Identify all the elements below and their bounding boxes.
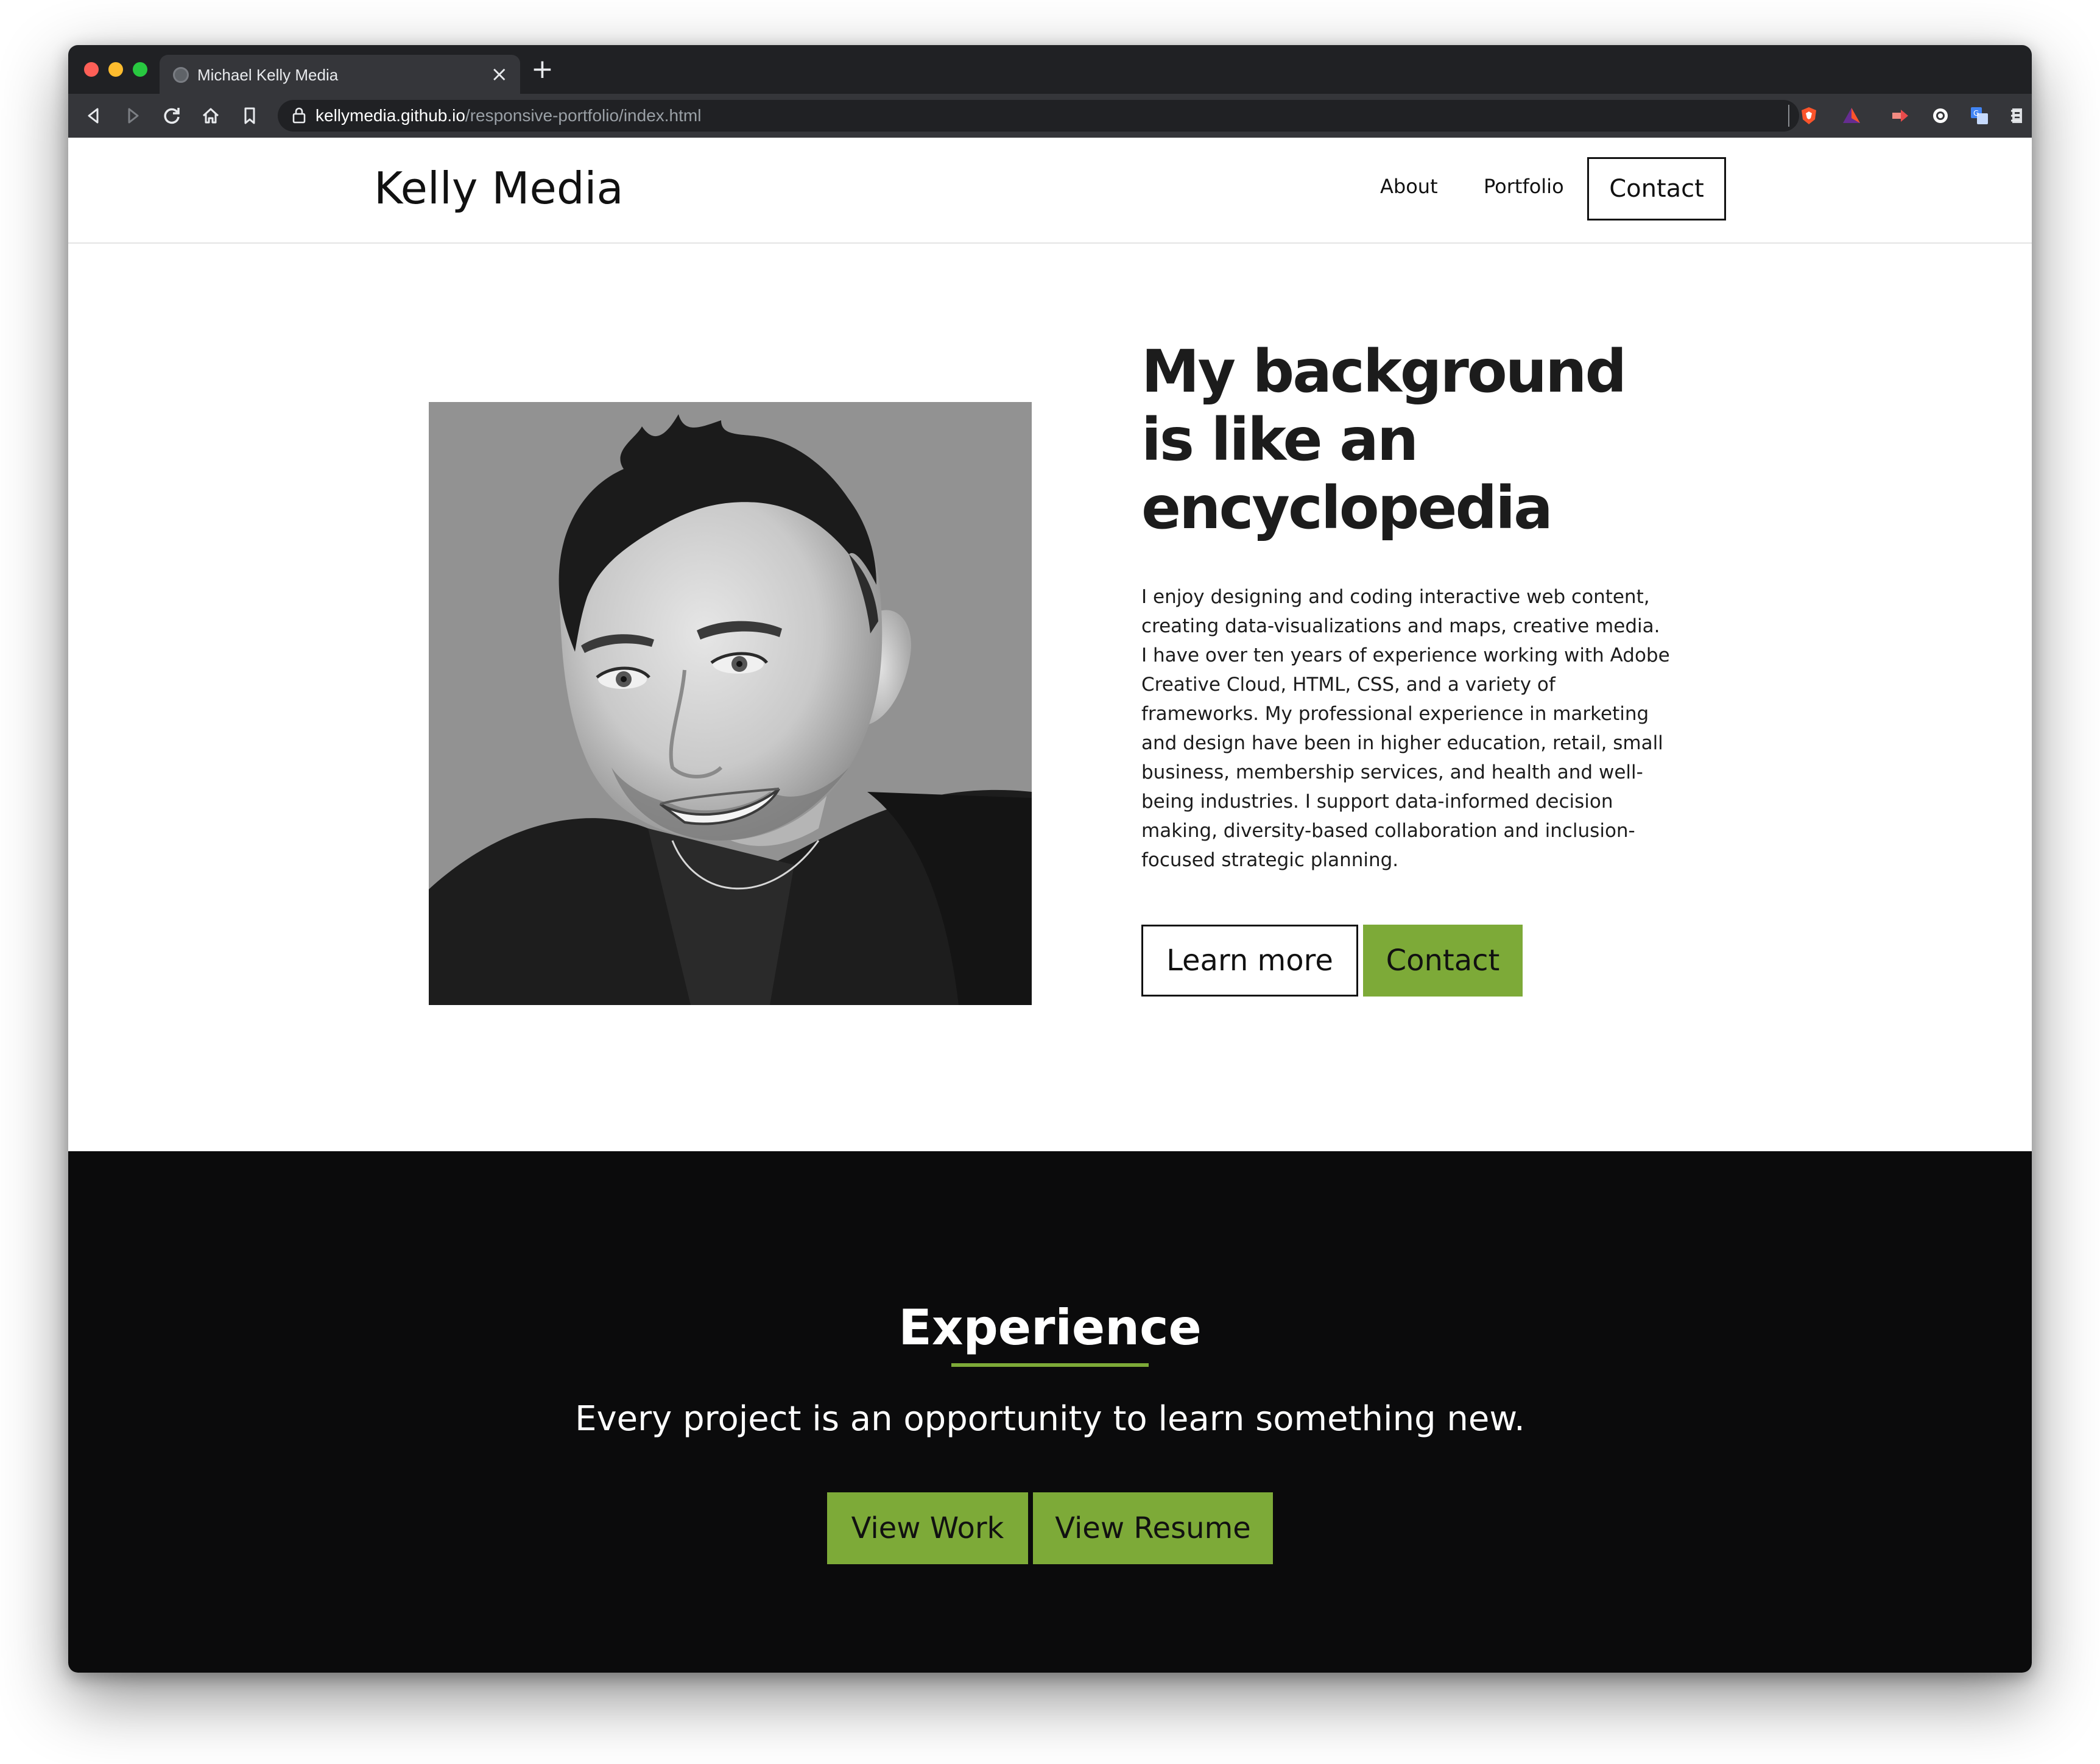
hero-heading: My background is like an encyclopedia [1141,337,1690,542]
menu-icon[interactable] [2003,102,2029,129]
brave-rewards-icon[interactable] [1842,106,1861,125]
hero-heading-line-3: encyclopedia [1141,474,1553,542]
reload-icon[interactable] [158,102,185,129]
url-host: kellymedia.github.io [315,106,465,125]
tab-strip: Michael Kelly Media × + [68,45,2032,94]
nav-about-link[interactable]: About [1380,172,1438,201]
hero-description: I enjoy designing and coding interactive… [1141,586,1670,871]
hero-contact-button[interactable]: Contact [1363,925,1523,997]
site-brand[interactable]: Kelly Media [374,161,624,216]
close-window-button[interactable] [84,62,99,77]
browser-window: Michael Kelly Media × + kellymedia.githu… [68,45,2032,1673]
hero-heading-line-2: is like an [1141,406,1418,474]
view-work-button[interactable]: View Work [827,1492,1028,1564]
nav-portfolio-link[interactable]: Portfolio [1484,172,1564,201]
tab-title: Michael Kelly Media [197,66,339,84]
learn-more-button[interactable]: Learn more [1141,925,1358,997]
browser-tab[interactable]: Michael Kelly Media × [160,55,520,94]
address-bar[interactable]: kellymedia.github.io/responsive-portfoli… [278,100,1799,132]
experience-subtitle: Every project is an opportunity to learn… [575,1399,1525,1439]
profile-photo [429,402,1032,1005]
lock-icon [291,106,307,129]
web-page: Kelly Media About Portfolio Contact My b… [68,138,2032,1673]
translate-icon[interactable]: G [1970,106,1989,125]
globe-icon [173,67,189,83]
bookmark-icon[interactable] [236,102,263,129]
hero-heading-line-1: My background [1141,337,1627,406]
experience-section: Experience Every project is an opportuni… [68,1151,2032,1673]
extension-arrow-icon[interactable] [1890,106,1910,125]
experience-title-underline [951,1363,1149,1367]
zoom-window-button[interactable] [133,62,147,77]
new-tab-button[interactable]: + [531,55,554,84]
screenshot-stage: Michael Kelly Media × + kellymedia.githu… [0,0,2100,1764]
svg-text:G: G [1973,109,1979,118]
view-resume-button[interactable]: View Resume [1033,1492,1273,1564]
nav-contact-button[interactable]: Contact [1587,157,1726,220]
experience-title: Experience [898,1299,1202,1356]
browser-toolbar: kellymedia.github.io/responsive-portfoli… [68,94,2032,138]
minimize-window-button[interactable] [108,62,123,77]
close-tab-icon[interactable]: × [491,62,509,86]
site-header: Kelly Media About Portfolio Contact [68,138,2032,244]
url-path: /responsive-portfolio/index.html [465,106,702,125]
extension-circle-icon[interactable] [1931,106,1950,125]
back-icon[interactable] [80,102,107,129]
forward-icon[interactable] [119,102,146,129]
brave-shield-icon[interactable] [1799,106,1819,125]
url-text: kellymedia.github.io/responsive-portfoli… [315,106,701,125]
home-icon[interactable] [197,102,224,129]
toolbar-divider [1788,105,1789,127]
